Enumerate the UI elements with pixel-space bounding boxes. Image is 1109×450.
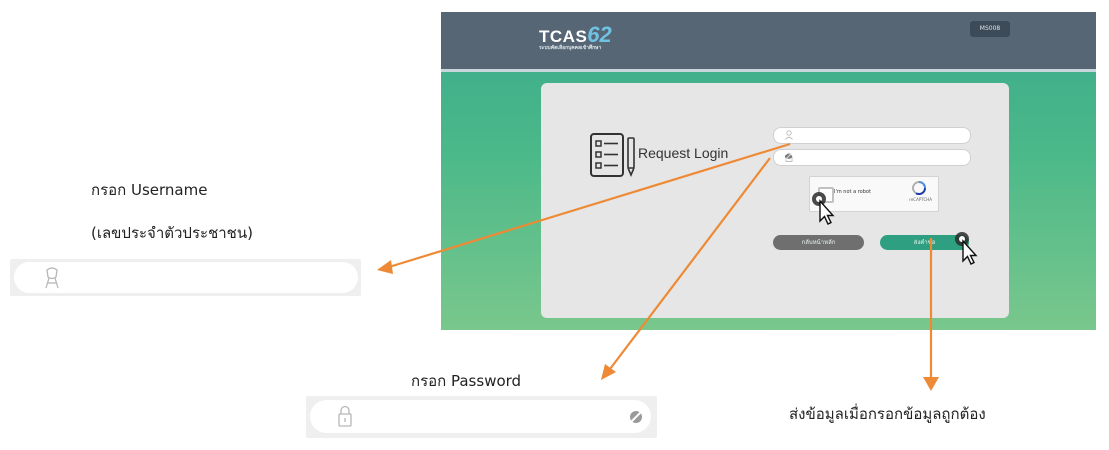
- lock-icon: [338, 405, 352, 427]
- logo-subtitle: ระบบคัดเลือกบุคคลเข้าศึกษา: [539, 45, 602, 51]
- recaptcha-icon: [912, 181, 926, 195]
- cursor-icon: [812, 192, 835, 225]
- user-icon: [785, 130, 793, 140]
- top-bar: TCAS62 ระบบคัดเลือกบุคคลเข้าศึกษา MS008: [441, 12, 1096, 72]
- password-field-pill: [310, 400, 651, 433]
- username-arrowhead: [377, 260, 393, 274]
- password-field-zoom: [306, 396, 657, 438]
- username-field-zoom: [10, 259, 361, 296]
- submit-note: ส่งข้อมูลเมื่อกรอกข้อมูลถูกต้อง: [789, 405, 986, 423]
- username-hint: (เลขประจำตัวประชาชน): [91, 224, 253, 242]
- username-label: กรอก Username: [91, 181, 208, 199]
- eye-slash-icon[interactable]: [627, 408, 645, 426]
- pencil-icon: [627, 137, 635, 178]
- back-home-button[interactable]: กลับหน้าหลัก: [773, 235, 864, 250]
- password-label: กรอก Password: [411, 372, 522, 390]
- document-checklist-icon: [590, 133, 635, 178]
- recaptcha-brand: reCAPTCHA: [909, 197, 932, 202]
- username-field-pill: [14, 262, 358, 293]
- submit-arrowhead: [923, 377, 939, 391]
- password-input[interactable]: [773, 149, 971, 166]
- login-screenshot: TCAS62 ระบบคัดเลือกบุคคลเข้าศึกษา MS008 …: [441, 12, 1096, 330]
- login-card: Request Login I'm not a robot reCAPTCHA …: [541, 83, 1009, 318]
- tcas-logo[interactable]: TCAS62 ระบบคัดเลือกบุคคลเข้าศึกษา: [539, 22, 612, 51]
- cursor-icon: [955, 232, 978, 265]
- eye-slash-icon[interactable]: [784, 152, 793, 161]
- user-icon: [45, 267, 59, 289]
- card-title: Request Login: [638, 145, 729, 161]
- username-input[interactable]: [773, 127, 971, 144]
- topbar-button[interactable]: MS008: [970, 21, 1010, 37]
- recaptcha-label: I'm not a robot: [834, 189, 871, 195]
- password-arrowhead: [601, 364, 616, 380]
